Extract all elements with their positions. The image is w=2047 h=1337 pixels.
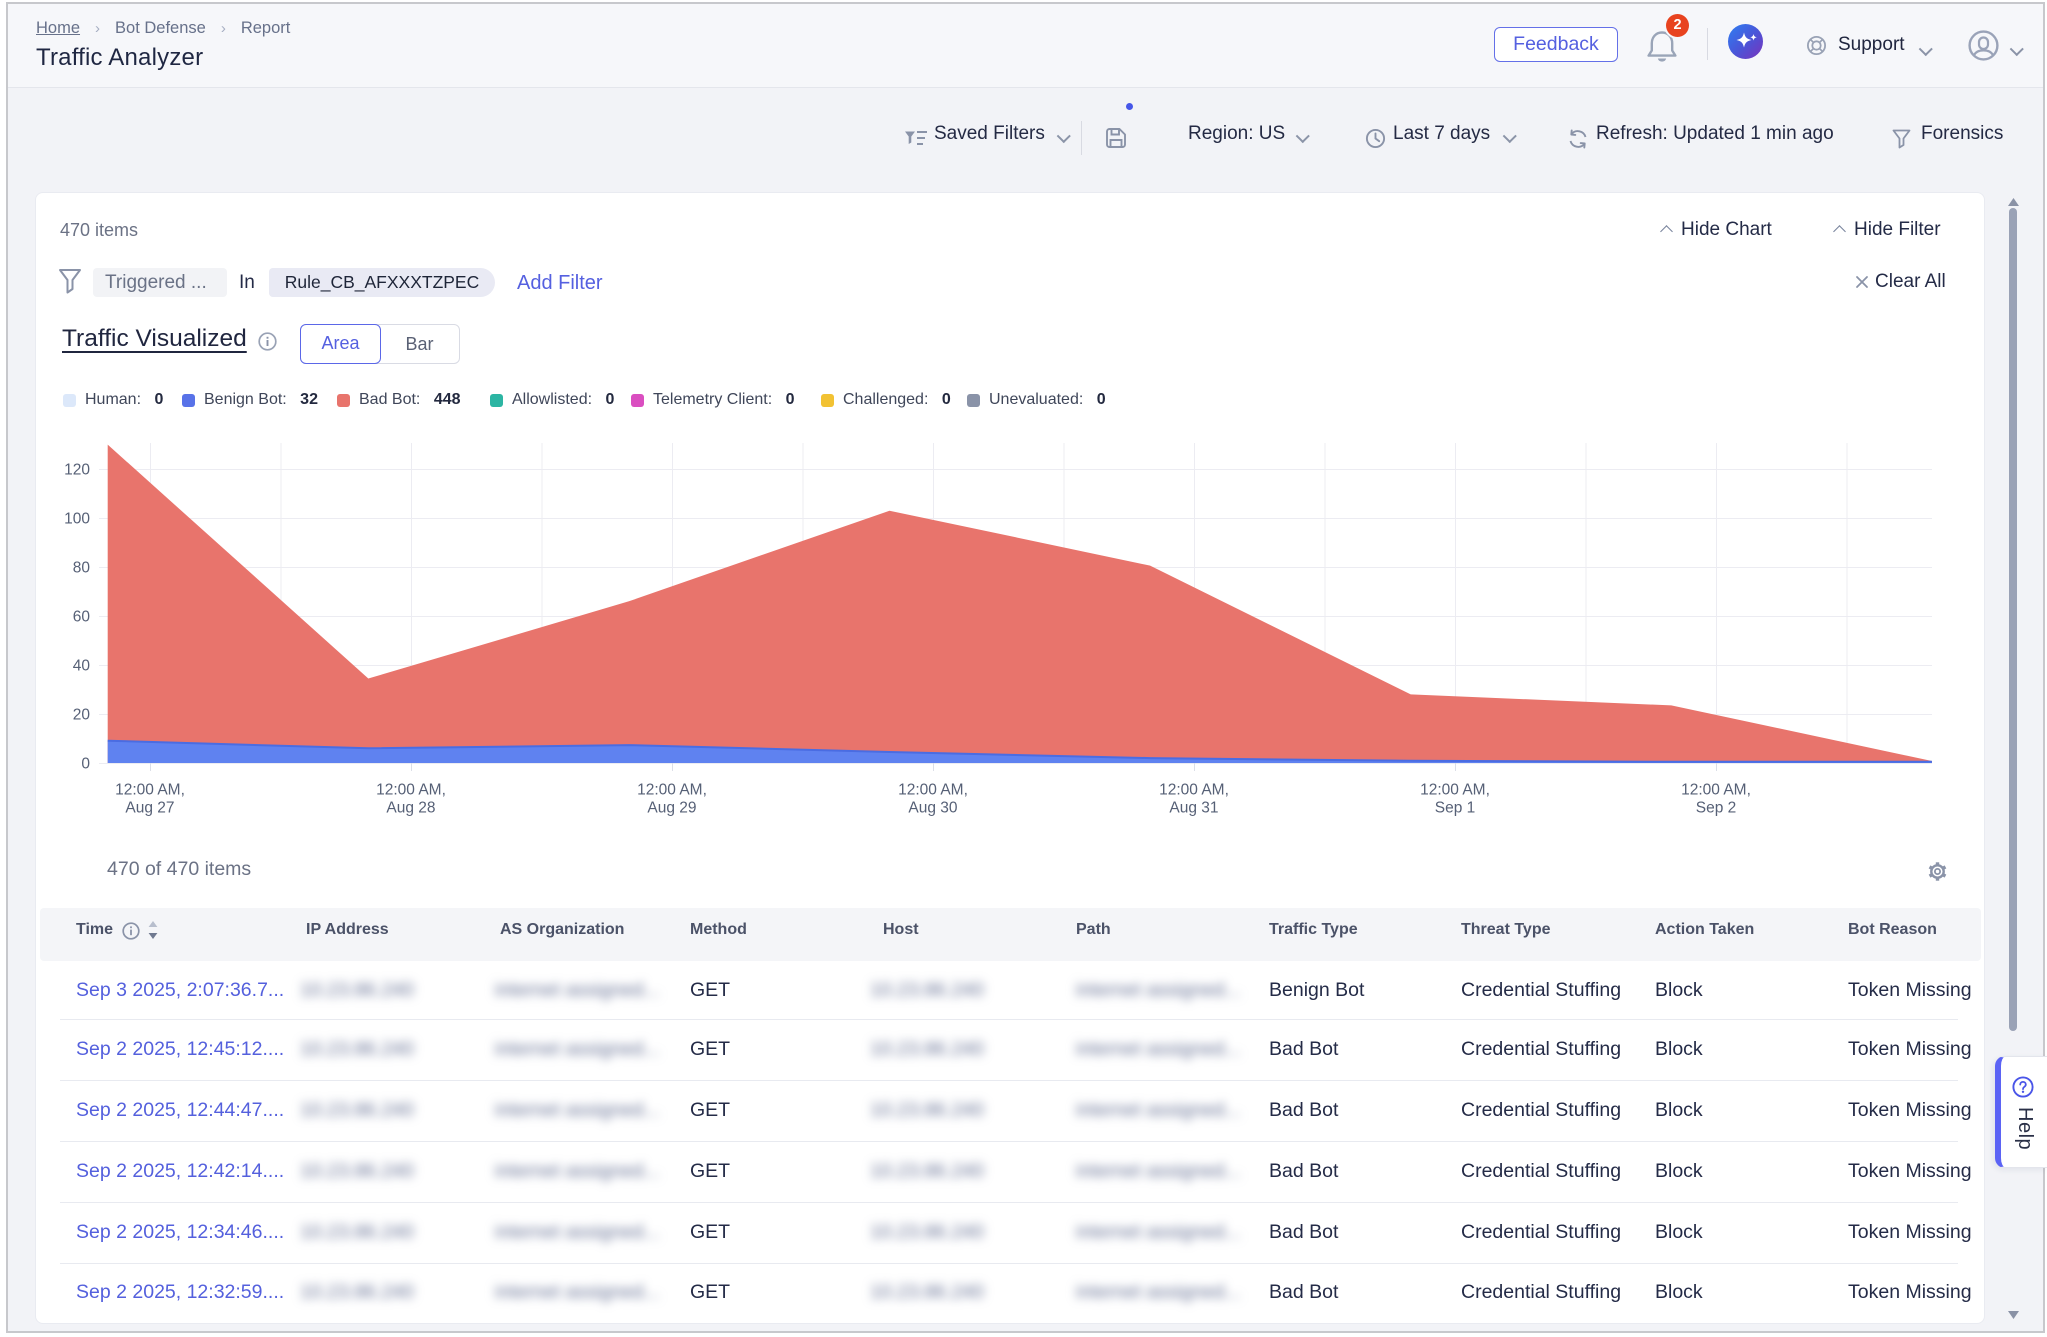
svg-text:Aug 29: Aug 29 (647, 800, 696, 817)
svg-text:40: 40 (73, 658, 91, 675)
svg-text:Aug 28: Aug 28 (386, 800, 435, 817)
svg-text:0: 0 (81, 756, 90, 773)
svg-text:12:00 AM,: 12:00 AM, (1681, 782, 1751, 799)
svg-text:12:00 AM,: 12:00 AM, (1159, 782, 1229, 799)
svg-text:Sep 1: Sep 1 (1435, 800, 1476, 817)
svg-text:12:00 AM,: 12:00 AM, (1420, 782, 1490, 799)
svg-text:12:00 AM,: 12:00 AM, (637, 782, 707, 799)
svg-text:Aug 31: Aug 31 (1169, 800, 1218, 817)
svg-text:100: 100 (64, 511, 90, 528)
svg-text:80: 80 (73, 560, 91, 577)
svg-text:12:00 AM,: 12:00 AM, (115, 782, 185, 799)
svg-text:Aug 27: Aug 27 (125, 800, 174, 817)
svg-text:120: 120 (64, 462, 90, 479)
svg-text:20: 20 (73, 707, 91, 724)
svg-text:12:00 AM,: 12:00 AM, (898, 782, 968, 799)
svg-text:Aug 30: Aug 30 (908, 800, 958, 817)
svg-text:12:00 AM,: 12:00 AM, (376, 782, 446, 799)
svg-text:60: 60 (73, 609, 91, 626)
svg-text:Sep 2: Sep 2 (1696, 800, 1737, 817)
